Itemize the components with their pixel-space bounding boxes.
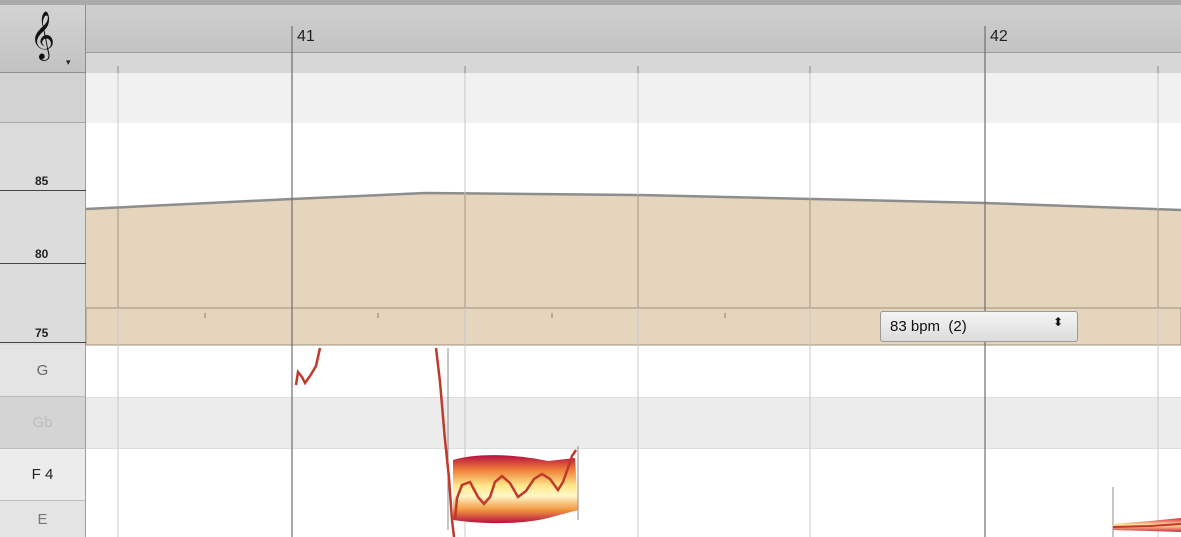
tempo-scale-header — [0, 73, 86, 123]
note-blob-f4 — [447, 348, 579, 530]
tempo-label-85: 85 — [35, 174, 49, 188]
tempo-scale-mark — [0, 263, 86, 264]
pitch-label-e: E — [0, 501, 86, 537]
tempo-dropdown[interactable]: 83 bpm (2) — [880, 311, 1078, 342]
updown-arrows-icon: ⬍ — [1053, 315, 1064, 329]
ruler-beat-ticks — [117, 66, 1159, 73]
tempo-dropdown-value: 83 bpm (2) — [890, 318, 967, 335]
editor-canvas — [85, 26, 1181, 537]
chevron-down-icon: ▾ — [66, 57, 71, 67]
tempo-curve-fill — [86, 193, 1181, 308]
pitch-label-f4: F 4 — [0, 449, 86, 501]
note-blob-e — [1112, 487, 1181, 537]
pitch-label-g: G — [0, 345, 86, 397]
bar-number-41: 41 — [297, 28, 315, 45]
tempo-scale-mark — [0, 190, 86, 191]
tempo-label-75: 75 — [35, 326, 49, 340]
tempo-label-80: 80 — [35, 247, 49, 261]
pitch-label-gb: Gb — [0, 397, 86, 449]
clef-selector[interactable]: 𝄞 ▾ — [0, 5, 86, 73]
bar-number-42: 42 — [990, 28, 1008, 45]
tempo-scale-mark — [0, 342, 86, 343]
treble-clef-icon: 𝄞 — [30, 10, 55, 59]
